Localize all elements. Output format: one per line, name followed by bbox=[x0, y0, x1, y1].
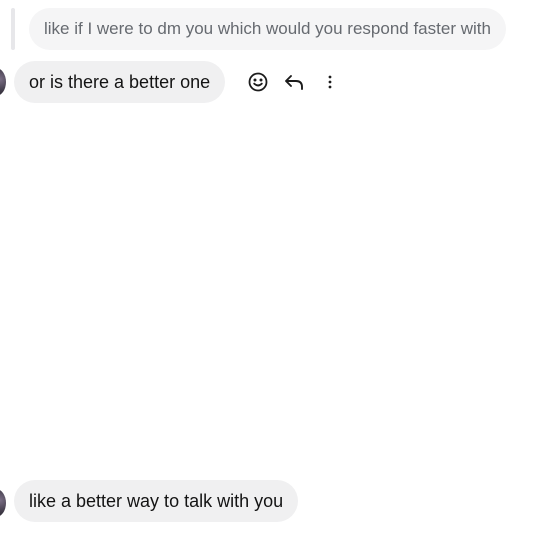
more-options-icon[interactable] bbox=[316, 68, 344, 96]
avatar[interactable] bbox=[0, 489, 6, 517]
reply-icon[interactable] bbox=[280, 68, 308, 96]
message-bubble[interactable]: or is there a better one bbox=[14, 61, 226, 103]
emoji-reaction-icon[interactable] bbox=[244, 68, 272, 96]
reply-quote-bar bbox=[11, 8, 15, 50]
message-actions-toolbar bbox=[244, 68, 344, 96]
quoted-message-bubble[interactable]: like if I were to dm you which would you… bbox=[29, 8, 506, 50]
avatar[interactable] bbox=[0, 68, 6, 96]
chat-thread: like if I were to dm you which would you… bbox=[0, 0, 537, 544]
message-bubble[interactable]: like a better way to talk with you bbox=[14, 480, 299, 522]
